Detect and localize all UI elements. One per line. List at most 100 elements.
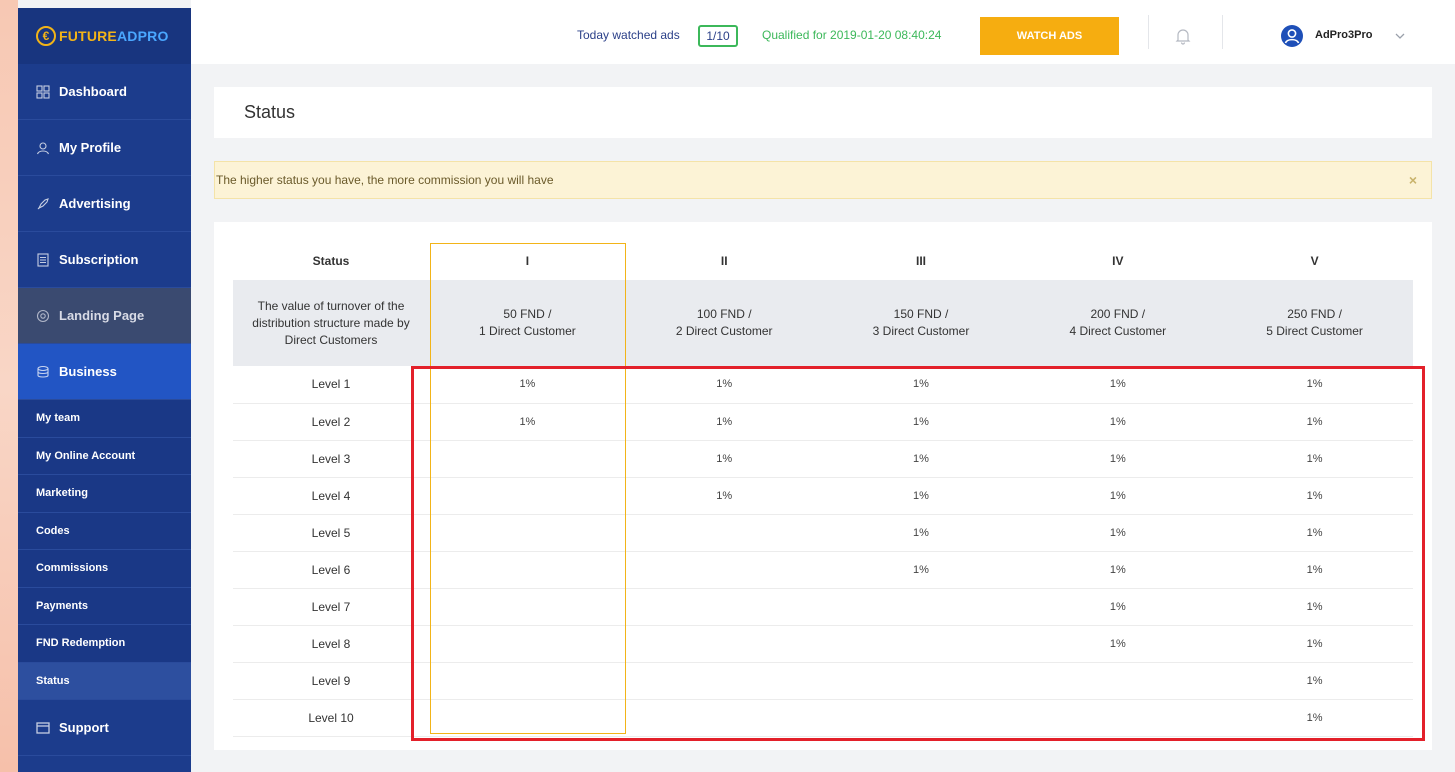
sidebar: € FUTUREADPRO Dashboard My Profile Adverti…: [18, 8, 191, 772]
turnover-amount: 200 FND /: [1090, 307, 1146, 321]
table-row: Level 2 1% 1% 1% 1% 1%: [233, 403, 1413, 441]
commission-cell: 1%: [1019, 588, 1217, 626]
level-label: Level 4: [233, 477, 429, 515]
level-label: Level 8: [233, 625, 429, 663]
commission-cell: 1%: [1019, 366, 1217, 404]
turnover-label: The value of turnover of the distributio…: [233, 280, 429, 366]
divider: [1222, 15, 1223, 49]
watch-ads-button[interactable]: WATCH ADS: [980, 17, 1119, 55]
commission-cell: [625, 699, 823, 737]
commission-cell: [429, 588, 626, 626]
commission-cell: 1%: [1216, 366, 1413, 404]
commission-cell: 1%: [1019, 551, 1217, 589]
sidebar-subitem-payments[interactable]: Payments: [18, 587, 191, 625]
close-icon[interactable]: ×: [1409, 172, 1417, 188]
sidebar-item-my-profile[interactable]: My Profile: [18, 120, 191, 176]
commission-cell: [625, 625, 823, 663]
commission-cell: [625, 551, 823, 589]
sidebar-subitem-my-team[interactable]: My team: [18, 400, 191, 438]
sidebar-item-advertising[interactable]: Advertising: [18, 176, 191, 232]
chevron-down-icon[interactable]: [1394, 28, 1406, 39]
sidebar-item-subscription[interactable]: Subscription: [18, 232, 191, 288]
sidebar-item-label: Subscription: [59, 252, 139, 267]
turnover-customers: 4 Direct Customer: [1069, 324, 1167, 338]
avatar[interactable]: [1281, 25, 1303, 47]
window-icon: [36, 721, 50, 735]
username[interactable]: AdPro3Pro: [1315, 29, 1372, 41]
sidebar-subitem-status[interactable]: Status: [18, 662, 191, 700]
commission-cell: 1%: [822, 551, 1020, 589]
logo[interactable]: € FUTUREADPRO: [18, 8, 191, 64]
table-row: Level 3 1% 1% 1% 1%: [233, 440, 1413, 478]
level-label: Level 5: [233, 514, 429, 552]
commission-cell: 1%: [1019, 477, 1217, 515]
commission-cell: [429, 477, 626, 515]
qualified-status: Qualified for 2019-01-20 08:40:24: [762, 28, 942, 42]
turnover-amount: 100 FND /: [696, 307, 752, 321]
sidebar-item-support[interactable]: Support: [18, 700, 191, 756]
commission-cell: 1%: [625, 366, 823, 404]
table-row: Level 1 1% 1% 1% 1% 1%: [233, 366, 1413, 404]
turnover-customers: 3 Direct Customer: [872, 324, 970, 338]
sidebar-subitem-codes[interactable]: Codes: [18, 512, 191, 550]
commission-cell: [625, 588, 823, 626]
sidebar-subitem-my-online-account[interactable]: My Online Account: [18, 437, 191, 475]
commission-cell: [1019, 699, 1217, 737]
commission-cell: 1%: [822, 514, 1020, 552]
commission-cell: 1%: [1216, 625, 1413, 663]
turnover-value: 50 FND / 1 Direct Customer: [429, 280, 626, 366]
logo-adpro: ADPRO: [116, 28, 169, 44]
commission-cell: 1%: [822, 366, 1020, 404]
turnover-value: 250 FND / 5 Direct Customer: [1216, 280, 1413, 366]
sidebar-item-business[interactable]: Business: [18, 344, 191, 400]
commission-cell: 1%: [429, 366, 626, 404]
commission-cell: 1%: [1019, 440, 1217, 478]
commission-cell: [625, 514, 823, 552]
table-row: Level 7 1% 1%: [233, 588, 1413, 626]
turnover-value: 150 FND / 3 Direct Customer: [822, 280, 1020, 366]
table-row: Level 9 1%: [233, 662, 1413, 700]
topbar: Today watched ads 1/10 Qualified for 201…: [191, 0, 1455, 64]
commission-cell: 1%: [1216, 403, 1413, 441]
sidebar-subitem-fnd-redemption[interactable]: FND Redemption: [18, 625, 191, 663]
commission-cell: [429, 662, 626, 700]
commission-cell: 1%: [625, 403, 823, 441]
status-table-card: Status I II III IV V The value of turnover of…: [214, 222, 1432, 750]
sidebar-item-label: Landing Page: [59, 308, 145, 323]
commission-cell: 1%: [822, 440, 1020, 478]
sidebar-subitem-marketing[interactable]: Marketing: [18, 475, 191, 513]
commission-cell: 1%: [1019, 514, 1217, 552]
turnover-amount: 150 FND /: [893, 307, 949, 321]
user-icon: [36, 141, 50, 155]
turnover-row: The value of turnover of the distributio…: [233, 280, 1413, 366]
commission-cell: [822, 699, 1020, 737]
sidebar-subitem-commissions[interactable]: Commissions: [18, 550, 191, 588]
column-header-level-3: III: [915, 254, 926, 268]
sidebar-item-label: Advertising: [59, 196, 131, 211]
rocket-icon: [36, 197, 50, 211]
column-header-level-4: IV: [1112, 254, 1124, 268]
commission-cell: 1%: [1216, 551, 1413, 589]
level-label: Level 1: [233, 366, 429, 404]
alert-text: The higher status you have, the more com…: [216, 173, 554, 187]
sidebar-item-landing-page[interactable]: Landing Page: [18, 288, 191, 344]
table-row: Level 8 1% 1%: [233, 625, 1413, 663]
sidebar-item-dashboard[interactable]: Dashboard: [18, 64, 191, 120]
turnover-customers: 1 Direct Customer: [479, 324, 576, 338]
logo-mark-icon: €: [36, 26, 56, 46]
commission-cell: 1%: [1019, 403, 1217, 441]
commission-cell: [1019, 662, 1217, 700]
turnover-amount: 250 FND /: [1287, 307, 1342, 321]
commission-cell: 1%: [1019, 625, 1217, 663]
level-label: Level 2: [233, 403, 429, 441]
sidebar-item-label: Business: [59, 364, 117, 379]
bell-icon[interactable]: [1175, 27, 1191, 45]
list-icon: [36, 252, 50, 267]
grid-icon: [36, 84, 50, 99]
commission-cell: [429, 440, 626, 478]
database-icon: [36, 365, 50, 379]
commission-cell: 1%: [625, 477, 823, 515]
commission-cell: 1%: [1216, 588, 1413, 626]
commission-cell: 1%: [822, 477, 1020, 515]
turnover-value: 100 FND / 2 Direct Customer: [625, 280, 823, 366]
